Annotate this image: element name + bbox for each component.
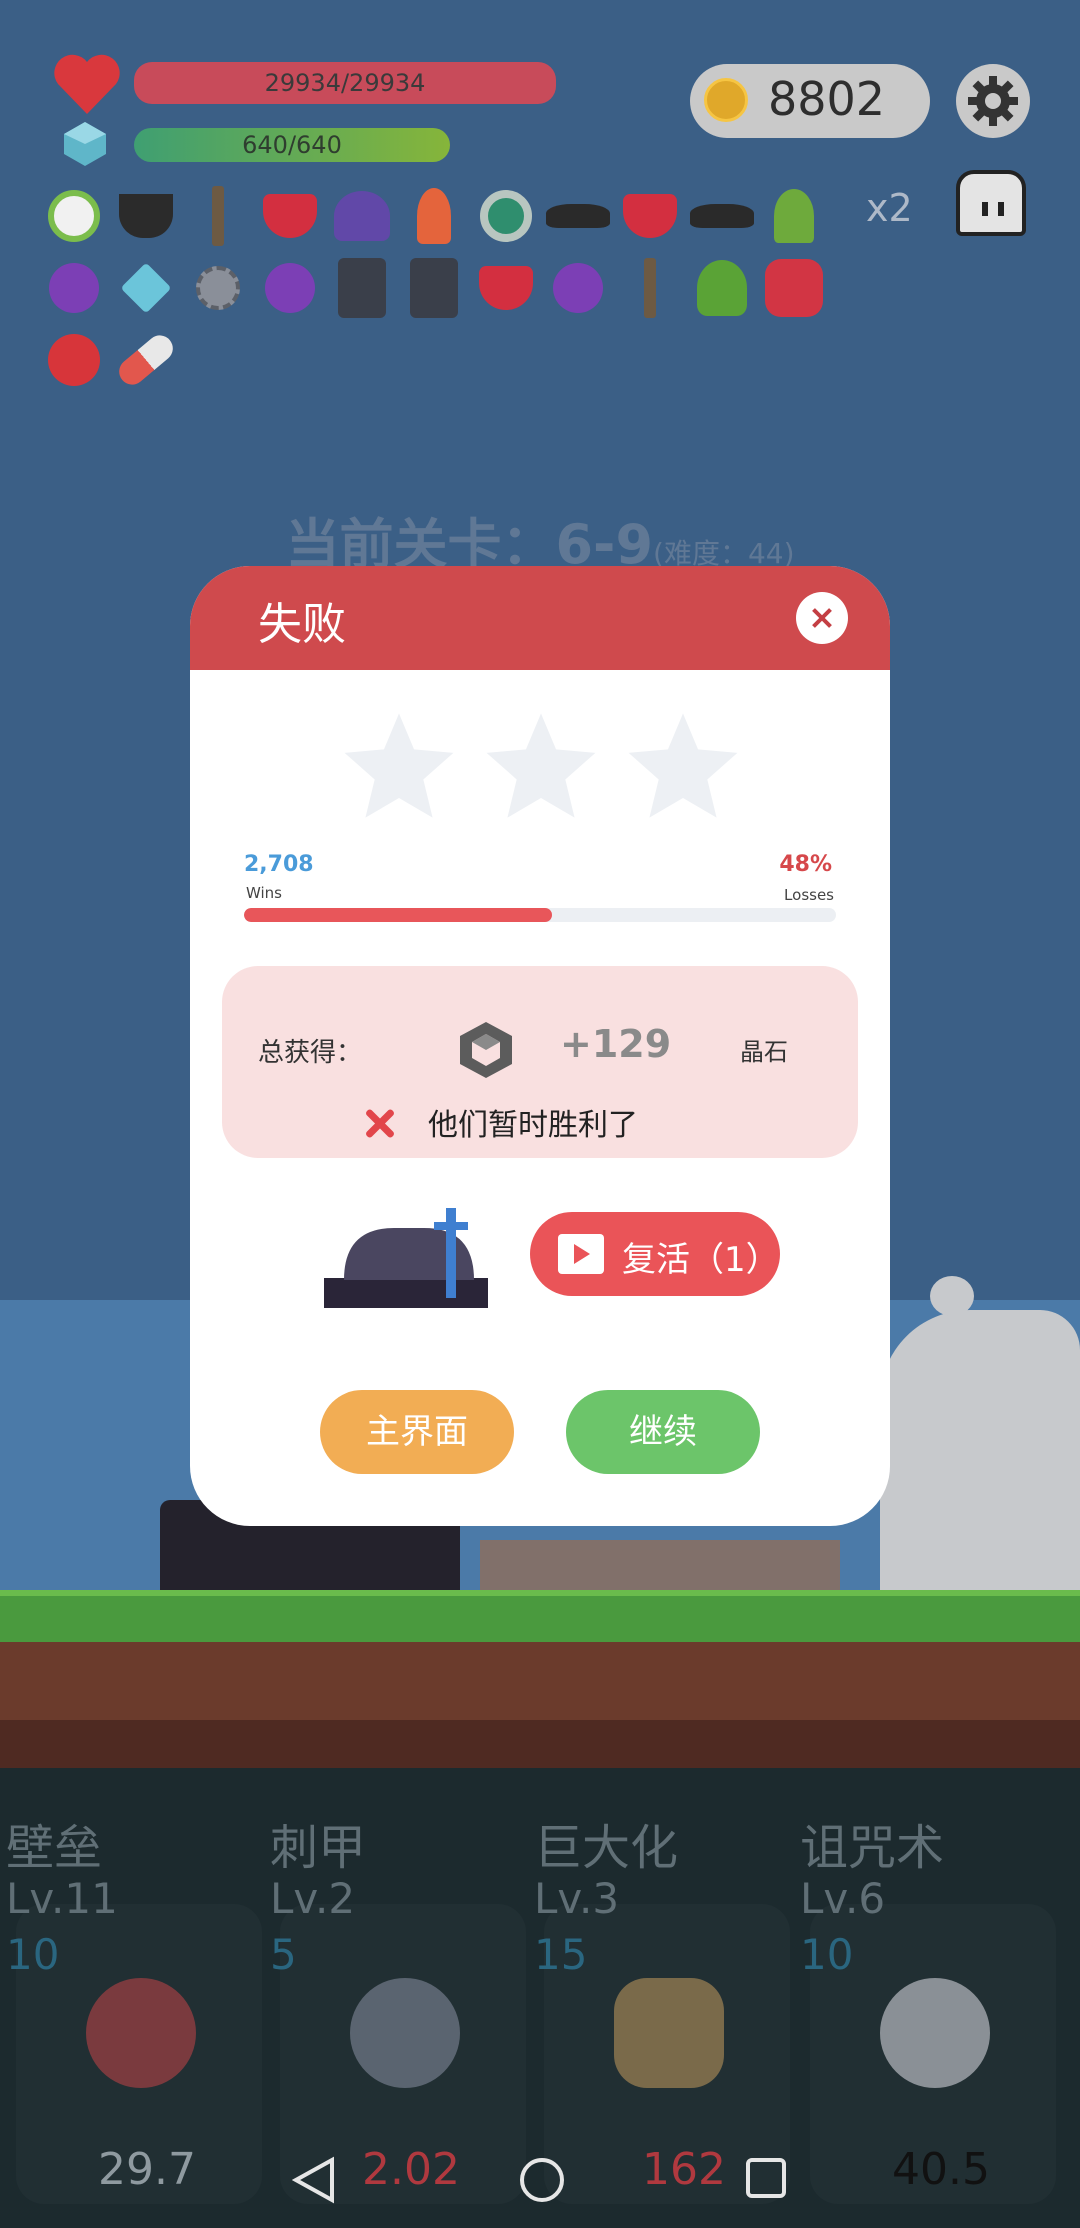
skill-cost: 10 <box>6 1930 60 1979</box>
ruby-icon[interactable] <box>254 180 326 252</box>
monster-icon[interactable] <box>686 252 758 324</box>
skill-name: 刺甲 <box>270 1820 367 1876</box>
flower-icon[interactable] <box>38 180 110 252</box>
cloud <box>930 1276 974 1316</box>
dialog-header: 失败 <box>190 566 890 670</box>
crystal-icon <box>460 1022 512 1078</box>
defeat-dialog: 失败 2,708 Wins 48% Losses 总获得： +129 晶石 他们… <box>190 566 890 1526</box>
skill-cost: 10 <box>800 1930 854 1979</box>
heart-icon <box>54 54 120 114</box>
bat-icon[interactable] <box>686 180 758 252</box>
main-menu-button[interactable]: 主界面 <box>320 1390 514 1474</box>
star-icon <box>628 713 738 818</box>
skill-cost: 15 <box>534 1930 588 1979</box>
stop-gem-icon[interactable] <box>758 252 830 324</box>
dirt-ground-deep <box>0 1720 1080 1768</box>
reward-unit: 晶石 <box>740 1038 788 1066</box>
coin-amount: 8802 <box>768 72 886 126</box>
tombstone-icon <box>324 1208 488 1308</box>
armor-icon <box>86 1978 196 2088</box>
star-icon <box>344 713 454 818</box>
star-icon <box>486 713 596 818</box>
result-message: 他们暂时胜利了 <box>428 1108 638 1143</box>
coin-counter: 8802 <box>690 64 930 138</box>
mana-crystal-icon <box>64 122 106 166</box>
spellbook-icon[interactable] <box>326 252 398 324</box>
torch-icon[interactable] <box>398 180 470 252</box>
spiked-ball-icon <box>350 1978 460 2088</box>
mana-text: 640/640 <box>242 131 342 159</box>
ring-icon[interactable] <box>470 180 542 252</box>
skill-level: Lv.2 <box>270 1874 356 1923</box>
skill-name: 壁垒 <box>6 1820 103 1876</box>
ruby-icon[interactable] <box>470 252 542 324</box>
skill-level: Lv.3 <box>534 1874 620 1923</box>
sword-icon[interactable] <box>614 252 686 324</box>
skill-name: 诅咒术 <box>800 1820 945 1876</box>
tree-icon[interactable] <box>758 180 830 252</box>
reward-label: 总获得： <box>258 1038 363 1068</box>
spiked-ball-icon[interactable] <box>182 252 254 324</box>
ruby-icon[interactable] <box>614 180 686 252</box>
video-icon <box>558 1234 604 1274</box>
mana-bar: 640/640 <box>134 128 450 162</box>
skill-cost: 5 <box>270 1930 297 1979</box>
hp-bar: 29934/29934 <box>134 62 556 104</box>
pill-icon[interactable] <box>110 324 182 396</box>
losses-value: 48% <box>779 852 832 877</box>
multiplier-label: x2 <box>866 186 913 230</box>
skill-name: 巨大化 <box>534 1820 679 1876</box>
wins-value: 2,708 <box>244 852 314 877</box>
crystal-ball-icon[interactable] <box>38 252 110 324</box>
fist-icon <box>614 1978 724 2088</box>
star-rating <box>340 710 742 820</box>
revive-button[interactable]: 复活（1） <box>530 1212 780 1296</box>
dialog-title: 失败 <box>258 599 346 650</box>
apple-icon[interactable] <box>38 324 110 396</box>
system-nav-bar <box>0 2140 1080 2228</box>
home-icon[interactable] <box>518 2156 566 2204</box>
close-button[interactable] <box>796 592 848 644</box>
reward-amount: +129 <box>560 1022 672 1066</box>
skill-level: Lv.11 <box>6 1874 118 1923</box>
cloud <box>880 1310 1080 1590</box>
win-loss-fill <box>244 908 552 922</box>
skull-icon <box>880 1978 990 2088</box>
cauldron-icon[interactable] <box>110 180 182 252</box>
spellbook-icon[interactable] <box>398 252 470 324</box>
coin-icon <box>704 78 748 122</box>
continue-button[interactable]: 继续 <box>566 1390 760 1474</box>
back-icon[interactable] <box>292 2156 336 2204</box>
wizard-hat-icon[interactable] <box>326 180 398 252</box>
hp-text: 29934/29934 <box>264 69 426 97</box>
ghost-icon[interactable] <box>956 170 1026 236</box>
inventory-grid <box>38 180 830 396</box>
revive-label: 复活（1） <box>622 1240 780 1280</box>
diamond-icon[interactable] <box>110 252 182 324</box>
settings-button[interactable] <box>956 64 1030 138</box>
sword-icon[interactable] <box>182 180 254 252</box>
losses-label: Losses <box>784 886 834 904</box>
gear-icon <box>968 76 1018 126</box>
skill-level: Lv.6 <box>800 1874 886 1923</box>
win-loss-bar <box>244 908 836 922</box>
wins-label: Wins <box>246 884 282 902</box>
reward-panel: 总获得： +129 晶石 他们暂时胜利了 <box>222 966 858 1158</box>
crystal-ball-icon[interactable] <box>254 252 326 324</box>
crystal-ball-icon[interactable] <box>542 252 614 324</box>
recents-icon[interactable] <box>744 2156 788 2200</box>
fail-x-icon <box>362 1106 398 1142</box>
grass-ground <box>0 1590 1080 1648</box>
bat-icon[interactable] <box>542 180 614 252</box>
